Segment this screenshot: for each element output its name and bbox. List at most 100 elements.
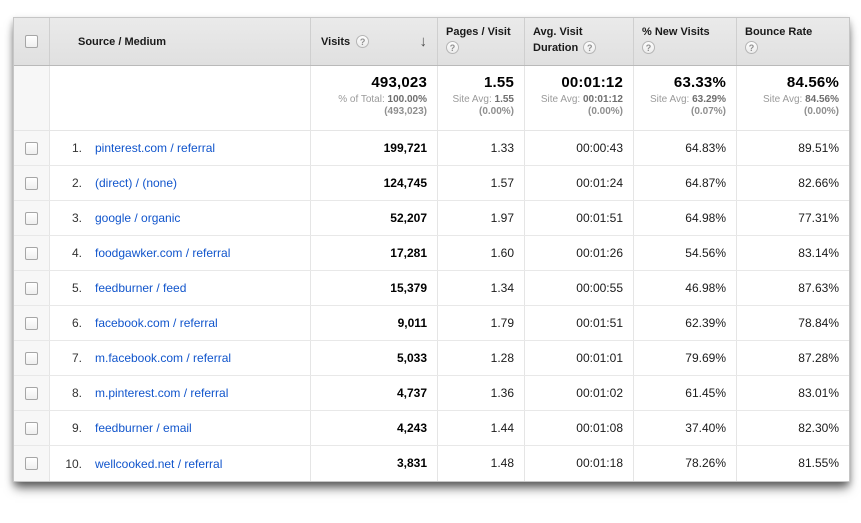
source-medium-link[interactable]: m.pinterest.com / referral <box>95 386 228 400</box>
visits-cell: 4,243 <box>311 411 438 445</box>
row-rank: 5. <box>56 281 82 295</box>
row-checkbox-cell <box>14 446 50 481</box>
row-rank: 3. <box>56 211 82 225</box>
table-row: 7. m.facebook.com / referral 5,033 1.28 … <box>14 341 849 376</box>
pages-per-visit-cell: 1.33 <box>438 131 525 165</box>
source-medium-cell: 7. m.facebook.com / referral <box>50 341 311 375</box>
help-icon[interactable]: ? <box>745 41 758 54</box>
sort-descending-icon[interactable]: ↓ <box>420 34 428 49</box>
source-medium-link[interactable]: foodgawker.com / referral <box>95 246 230 260</box>
site-avg: Site Avg: 63.29% <box>638 94 726 106</box>
source-medium-cell: 6. facebook.com / referral <box>50 306 311 340</box>
row-rank: 6. <box>56 316 82 330</box>
bounce-rate-cell: 83.14% <box>737 236 849 270</box>
new-visits-cell: 78.26% <box>634 446 737 481</box>
table-row: 9. feedburner / email 4,243 1.44 00:01:0… <box>14 411 849 446</box>
table-row: 4. foodgawker.com / referral 17,281 1.60… <box>14 236 849 271</box>
sub-value: 63.29% <box>692 94 726 105</box>
row-checkbox[interactable] <box>25 352 38 365</box>
column-header-new-visits[interactable]: % New Visits ? <box>634 18 737 65</box>
source-medium-link[interactable]: feedburner / email <box>95 421 192 435</box>
column-label: Avg. Visit <box>533 26 625 38</box>
source-medium-link[interactable]: pinterest.com / referral <box>95 141 215 155</box>
row-checkbox[interactable] <box>25 317 38 330</box>
source-medium-link[interactable]: wellcooked.net / referral <box>95 457 222 471</box>
help-icon[interactable]: ? <box>446 41 459 54</box>
summary-source-spacer <box>50 66 311 130</box>
row-rank: 4. <box>56 246 82 260</box>
avg-visit-duration-cell: 00:00:55 <box>525 271 634 305</box>
sub-label: % of Total: <box>338 94 385 105</box>
source-medium-link[interactable]: facebook.com / referral <box>95 316 218 330</box>
visits-cell: 52,207 <box>311 201 438 235</box>
summary-row: 493,023 % of Total: 100.00% (493,023) 1.… <box>14 66 849 131</box>
row-checkbox[interactable] <box>25 247 38 260</box>
avg-visit-duration-cell: 00:01:08 <box>525 411 634 445</box>
row-checkbox[interactable] <box>25 212 38 225</box>
source-medium-cell: 4. foodgawker.com / referral <box>50 236 311 270</box>
row-rank: 8. <box>56 386 82 400</box>
source-medium-link[interactable]: m.facebook.com / referral <box>95 351 231 365</box>
column-header-source-medium[interactable]: Source / Medium <box>50 18 311 65</box>
column-header-bounce-rate[interactable]: Bounce Rate ? <box>737 18 849 65</box>
row-checkbox-cell <box>14 376 50 410</box>
site-avg: Site Avg: 1.55 <box>442 94 514 106</box>
row-checkbox[interactable] <box>25 422 38 435</box>
row-checkbox-cell <box>14 236 50 270</box>
table-row: 10. wellcooked.net / referral 3,831 1.48… <box>14 446 849 481</box>
summary-checkbox-spacer <box>14 66 50 130</box>
new-visits-cell: 64.98% <box>634 201 737 235</box>
site-avg-paren: (0.07%) <box>638 106 726 118</box>
source-medium-cell: 2. (direct) / (none) <box>50 166 311 200</box>
help-icon[interactable]: ? <box>583 41 596 54</box>
row-checkbox[interactable] <box>25 387 38 400</box>
select-all-checkbox[interactable] <box>25 35 38 48</box>
avg-visit-duration-cell: 00:01:18 <box>525 446 634 481</box>
column-header-avg-visit-duration[interactable]: Avg. Visit Duration ? <box>525 18 634 65</box>
source-medium-link[interactable]: (direct) / (none) <box>95 176 177 190</box>
sub-value: 00:01:12 <box>583 94 623 105</box>
percent-new-visits: 63.33% <box>638 74 726 91</box>
row-checkbox[interactable] <box>25 177 38 190</box>
avg-visit-duration: 00:01:12 <box>529 74 623 91</box>
new-visits-cell: 79.69% <box>634 341 737 375</box>
avg-visit-duration-cell: 00:01:51 <box>525 306 634 340</box>
visits-cell: 3,831 <box>311 446 438 481</box>
pages-per-visit-cell: 1.97 <box>438 201 525 235</box>
visits-cell: 4,737 <box>311 376 438 410</box>
new-visits-cell: 46.98% <box>634 271 737 305</box>
pages-per-visit-cell: 1.28 <box>438 341 525 375</box>
summary-new-visits: 63.33% Site Avg: 63.29% (0.07%) <box>634 66 737 130</box>
source-medium-link[interactable]: feedburner / feed <box>95 281 186 295</box>
row-rank: 1. <box>56 141 82 155</box>
column-label: % New Visits <box>642 26 728 38</box>
source-medium-cell: 8. m.pinterest.com / referral <box>50 376 311 410</box>
source-medium-cell: 3. google / organic <box>50 201 311 235</box>
help-icon[interactable]: ? <box>642 41 655 54</box>
row-checkbox-cell <box>14 411 50 445</box>
source-medium-link[interactable]: google / organic <box>95 211 180 225</box>
bounce-rate-cell: 87.63% <box>737 271 849 305</box>
visits-cell: 9,011 <box>311 306 438 340</box>
row-checkbox[interactable] <box>25 282 38 295</box>
column-header-visits[interactable]: Visits ? ↓ <box>311 18 438 65</box>
column-header-pages-per-visit[interactable]: Pages / Visit ? <box>438 18 525 65</box>
bounce-rate-cell: 77.31% <box>737 201 849 235</box>
pages-per-visit-cell: 1.34 <box>438 271 525 305</box>
row-checkbox-cell <box>14 166 50 200</box>
row-checkbox[interactable] <box>25 457 38 470</box>
source-medium-cell: 5. feedburner / feed <box>50 271 311 305</box>
analytics-table: Source / Medium Visits ? ↓ Pages / Visit… <box>13 17 850 482</box>
summary-avg-visit-duration: 00:01:12 Site Avg: 00:01:12 (0.00%) <box>525 66 634 130</box>
row-checkbox-cell <box>14 341 50 375</box>
row-checkbox[interactable] <box>25 142 38 155</box>
help-icon[interactable]: ? <box>356 35 369 48</box>
avg-pages-per-visit: 1.55 <box>442 74 514 91</box>
table-body: 1. pinterest.com / referral 199,721 1.33… <box>14 131 849 481</box>
site-avg-paren: (0.00%) <box>442 106 514 118</box>
table-row: 1. pinterest.com / referral 199,721 1.33… <box>14 131 849 166</box>
avg-visit-duration-cell: 00:01:02 <box>525 376 634 410</box>
visits-cell: 17,281 <box>311 236 438 270</box>
table-row: 5. feedburner / feed 15,379 1.34 00:00:5… <box>14 271 849 306</box>
bounce-rate-cell: 78.84% <box>737 306 849 340</box>
